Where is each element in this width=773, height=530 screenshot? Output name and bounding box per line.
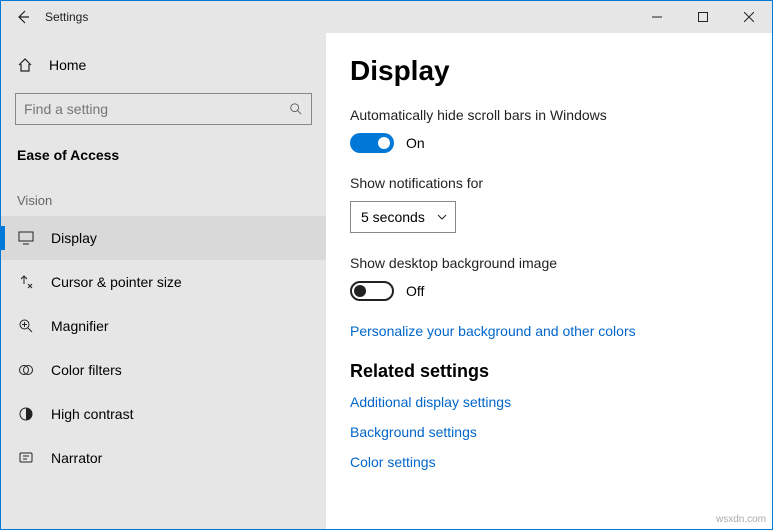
chevron-down-icon	[437, 214, 447, 220]
minimize-button[interactable]	[634, 1, 680, 33]
sidebar-item-magnifier[interactable]: Magnifier	[1, 304, 326, 348]
sidebar-item-label: Narrator	[51, 450, 102, 466]
magnifier-icon	[17, 318, 35, 334]
main-content: Display Automatically hide scroll bars i…	[326, 33, 772, 529]
sidebar-item-color-filters[interactable]: Color filters	[1, 348, 326, 392]
home-nav[interactable]: Home	[1, 45, 326, 85]
sidebar-item-display[interactable]: Display	[1, 216, 326, 260]
watermark: wsxdn.com	[716, 514, 766, 525]
hide-scroll-toggle[interactable]	[350, 133, 394, 153]
sidebar-item-label: Magnifier	[51, 318, 109, 334]
search-input[interactable]	[24, 101, 289, 117]
maximize-icon	[698, 12, 708, 22]
back-arrow-icon	[15, 9, 31, 25]
related-heading: Related settings	[350, 361, 748, 382]
narrator-icon	[17, 450, 35, 466]
bg-state: Off	[406, 283, 424, 299]
hide-scroll-state: On	[406, 135, 425, 151]
color-filters-icon	[17, 362, 35, 378]
group-vision-label: Vision	[1, 181, 326, 216]
bg-toggle[interactable]	[350, 281, 394, 301]
notif-dropdown[interactable]: 5 seconds	[350, 201, 456, 233]
sidebar-item-label: High contrast	[51, 406, 133, 422]
maximize-button[interactable]	[680, 1, 726, 33]
bg-label: Show desktop background image	[350, 255, 748, 271]
color-settings-link[interactable]: Color settings	[350, 454, 748, 470]
home-icon	[17, 57, 33, 73]
sidebar-item-cursor[interactable]: Cursor & pointer size	[1, 260, 326, 304]
high-contrast-icon	[17, 406, 35, 422]
display-icon	[17, 231, 35, 245]
notif-label: Show notifications for	[350, 175, 748, 191]
home-label: Home	[49, 57, 86, 73]
sidebar-item-label: Cursor & pointer size	[51, 274, 182, 290]
sidebar: Home Ease of Access Vision Display Curso…	[1, 33, 326, 529]
minimize-icon	[652, 12, 662, 22]
back-button[interactable]	[1, 1, 45, 33]
hide-scroll-label: Automatically hide scroll bars in Window…	[350, 107, 748, 123]
background-settings-link[interactable]: Background settings	[350, 424, 748, 440]
sidebar-item-label: Display	[51, 230, 97, 246]
search-icon	[289, 102, 303, 116]
cursor-icon	[17, 274, 35, 290]
additional-display-link[interactable]: Additional display settings	[350, 394, 748, 410]
close-button[interactable]	[726, 1, 772, 33]
window-title: Settings	[45, 10, 88, 24]
sidebar-item-label: Color filters	[51, 362, 122, 378]
category-header: Ease of Access	[1, 139, 326, 181]
search-input-wrap[interactable]	[15, 93, 312, 125]
titlebar: Settings	[1, 1, 772, 33]
notif-value: 5 seconds	[361, 209, 425, 225]
page-title: Display	[350, 55, 748, 87]
personalize-link[interactable]: Personalize your background and other co…	[350, 323, 748, 339]
sidebar-item-high-contrast[interactable]: High contrast	[1, 392, 326, 436]
sidebar-item-narrator[interactable]: Narrator	[1, 436, 326, 480]
close-icon	[744, 12, 754, 22]
